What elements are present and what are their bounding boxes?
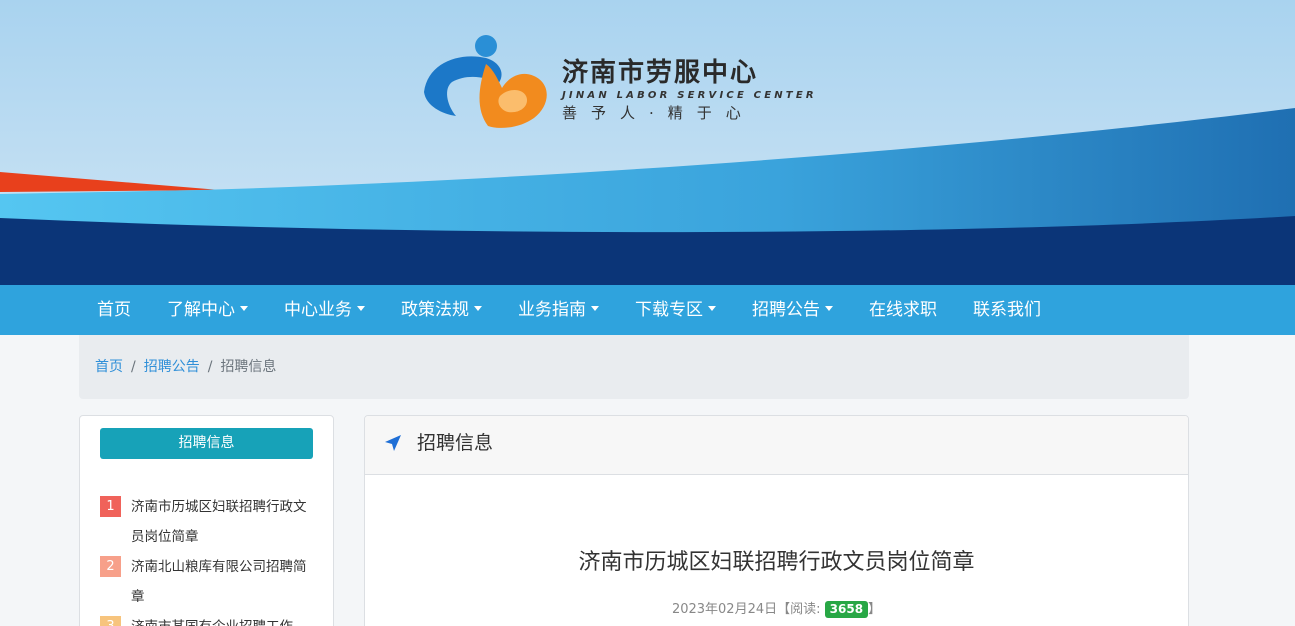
nav-item-label: 中心业务 xyxy=(284,300,352,320)
read-label: 【阅读: xyxy=(777,602,821,617)
sidebar-link[interactable]: 济南市历城区妇联招聘行政文员岗位简章 xyxy=(131,492,315,552)
logo-english: JINAN LABOR SERVICE CENTER xyxy=(562,90,817,101)
sidebar-category-button[interactable]: 招聘信息 xyxy=(100,428,313,459)
nav-item-label: 招聘公告 xyxy=(752,300,820,320)
caret-down-icon xyxy=(591,306,599,311)
article-meta: 2023年02月24日【阅读: 3658】 xyxy=(365,598,1188,618)
card-header-title: 招聘信息 xyxy=(417,432,494,454)
list-item: 3 济南市某国有企业招聘工作 xyxy=(100,612,315,626)
nav-item[interactable]: 招聘公告 xyxy=(734,285,851,335)
logo-slogan: 善予人·精于心 xyxy=(562,104,755,122)
logo-title: 济南市劳服中心 xyxy=(562,58,759,88)
read-suffix: 】 xyxy=(868,602,882,617)
read-count-badge: 3658 xyxy=(824,601,869,618)
breadcrumb-parent[interactable]: 招聘公告 xyxy=(144,359,200,375)
article-date: 2023年02月24日 xyxy=(671,602,778,617)
list-item: 1 济南市历城区妇联招聘行政文员岗位简章 xyxy=(100,492,315,552)
nav-item[interactable]: 中心业务 xyxy=(266,285,383,335)
nav-item[interactable]: 业务指南 xyxy=(500,285,617,335)
sidebar-list: 1 济南市历城区妇联招聘行政文员岗位简章 2 济南北山粮库有限公司招聘简章 3 … xyxy=(100,492,315,626)
sidebar-link[interactable]: 济南市某国有企业招聘工作 xyxy=(131,612,293,626)
main-nav: 首页 了解中心 中心业务 政策法规 业务指南 下载专区 招聘公告 在线求职 联系我们 xyxy=(0,285,1295,335)
nav-item-label: 了解中心 xyxy=(167,300,235,320)
nav-item[interactable]: 了解中心 xyxy=(149,285,266,335)
breadcrumb: 首页 / 招聘公告 / 招聘信息 xyxy=(79,335,1189,399)
rank-badge: 1 xyxy=(100,496,121,517)
nav-item-label: 联系我们 xyxy=(973,300,1041,320)
card-header: 招聘信息 xyxy=(365,416,1188,475)
nav-item-label: 下载专区 xyxy=(635,300,703,320)
caret-down-icon xyxy=(240,306,248,311)
rank-badge: 3 xyxy=(100,616,121,626)
caret-down-icon xyxy=(708,306,716,311)
article-title: 济南市历城区妇联招聘行政文员岗位简章 xyxy=(578,550,975,575)
list-item: 2 济南北山粮库有限公司招聘简章 xyxy=(100,552,315,612)
breadcrumb-home[interactable]: 首页 xyxy=(95,359,123,375)
location-arrow-icon xyxy=(385,435,401,451)
nav-item-label: 业务指南 xyxy=(518,300,586,320)
caret-down-icon xyxy=(357,306,365,311)
breadcrumb-current: 招聘信息 xyxy=(220,359,277,375)
nav-item[interactable]: 下载专区 xyxy=(617,285,734,335)
nav-list: 首页 了解中心 中心业务 政策法规 业务指南 下载专区 招聘公告 在线求职 联系我们 xyxy=(79,285,1059,335)
nav-item-label: 首页 xyxy=(97,300,131,320)
nav-item[interactable]: 首页 xyxy=(79,285,149,335)
header-banner: 济南市劳服中心 JINAN LABOR SERVICE CENTER 善予人·精… xyxy=(0,0,1295,285)
sidebar: 招聘信息 1 济南市历城区妇联招聘行政文员岗位简章 2 济南北山粮库有限公司招聘… xyxy=(79,415,334,626)
caret-down-icon xyxy=(825,306,833,311)
article-card: 招聘信息 济南市历城区妇联招聘行政文员岗位简章 2023年02月24日【阅读: … xyxy=(364,415,1189,626)
nav-item[interactable]: 联系我们 xyxy=(955,285,1059,335)
nav-item[interactable]: 在线求职 xyxy=(851,285,955,335)
nav-item-label: 政策法规 xyxy=(401,300,469,320)
breadcrumb-separator: / xyxy=(131,359,136,375)
logo-text: 济南市劳服中心 JINAN LABOR SERVICE CENTER 善予人·精… xyxy=(562,57,817,123)
banner-background xyxy=(0,0,1295,285)
sidebar-link[interactable]: 济南北山粮库有限公司招聘简章 xyxy=(131,552,315,612)
nav-item-label: 在线求职 xyxy=(869,300,937,320)
rank-badge: 2 xyxy=(100,556,121,577)
nav-item[interactable]: 政策法规 xyxy=(383,285,500,335)
breadcrumb-separator: / xyxy=(207,359,213,375)
caret-down-icon xyxy=(474,306,482,311)
